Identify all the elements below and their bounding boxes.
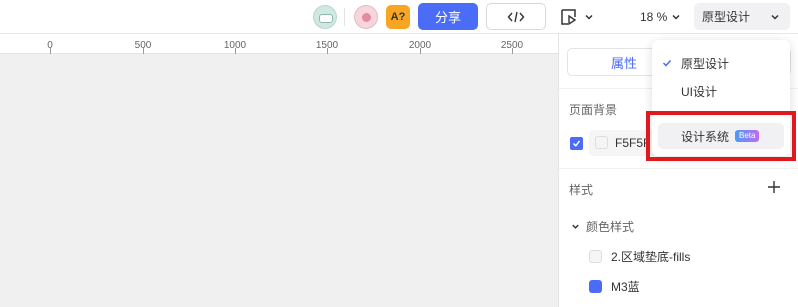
chevron-down-icon: [672, 14, 680, 20]
color-style-item[interactable]: M3蓝: [589, 278, 640, 295]
menu-item-prototype[interactable]: 原型设计: [652, 50, 790, 76]
color-style-label: M3蓝: [611, 280, 640, 294]
color-styles-group[interactable]: 颜色样式: [571, 218, 634, 235]
checkmark-icon: [572, 140, 581, 147]
color-style-item[interactable]: 2.区域垫底-fills: [589, 248, 690, 265]
color-style-label: 2.区域垫底-fills: [611, 250, 691, 264]
horizontal-ruler: 0 500 1000 1500 2000 2500: [0, 34, 558, 54]
code-icon: [507, 11, 525, 22]
page-background-checkbox[interactable]: [570, 137, 583, 150]
color-swatch[interactable]: [595, 136, 608, 149]
ai-assistant-button[interactable]: A?: [386, 5, 410, 29]
collaborator-avatar[interactable]: [313, 5, 337, 29]
styles-title: 样式: [569, 183, 594, 197]
zoom-select[interactable]: 18 %: [640, 9, 681, 25]
toolbar-divider: [344, 8, 345, 26]
menu-item-label: UI设计: [681, 84, 718, 99]
preview-button[interactable]: [560, 6, 604, 28]
chevron-down-icon: [585, 14, 593, 20]
chevron-down-icon: [771, 14, 779, 20]
highlight-box: [646, 111, 796, 161]
share-button[interactable]: 分享: [418, 3, 478, 30]
checkmark-icon: [662, 59, 672, 67]
chevron-down-icon: [572, 224, 579, 229]
design-mode-select[interactable]: 原型设计: [694, 3, 790, 30]
design-canvas[interactable]: [0, 54, 558, 307]
code-view-button[interactable]: [486, 3, 546, 30]
zoom-value: 18 %: [640, 10, 668, 24]
preview-play-icon: [561, 9, 577, 26]
add-style-icon[interactable]: [767, 180, 781, 194]
menu-item-ui-design[interactable]: UI设计: [652, 78, 790, 104]
menu-item-label: 原型设计: [681, 56, 730, 71]
color-swatch: [589, 250, 602, 263]
page-background-title: 页面背景: [569, 103, 618, 117]
design-mode-value: 原型设计: [702, 10, 751, 24]
top-toolbar: A? 分享 18 % 原型设计: [0, 0, 798, 34]
color-styles-group-label: 颜色样式: [586, 220, 635, 234]
section-divider: [559, 168, 798, 169]
color-swatch: [589, 280, 602, 293]
user-avatar[interactable]: [354, 5, 378, 29]
